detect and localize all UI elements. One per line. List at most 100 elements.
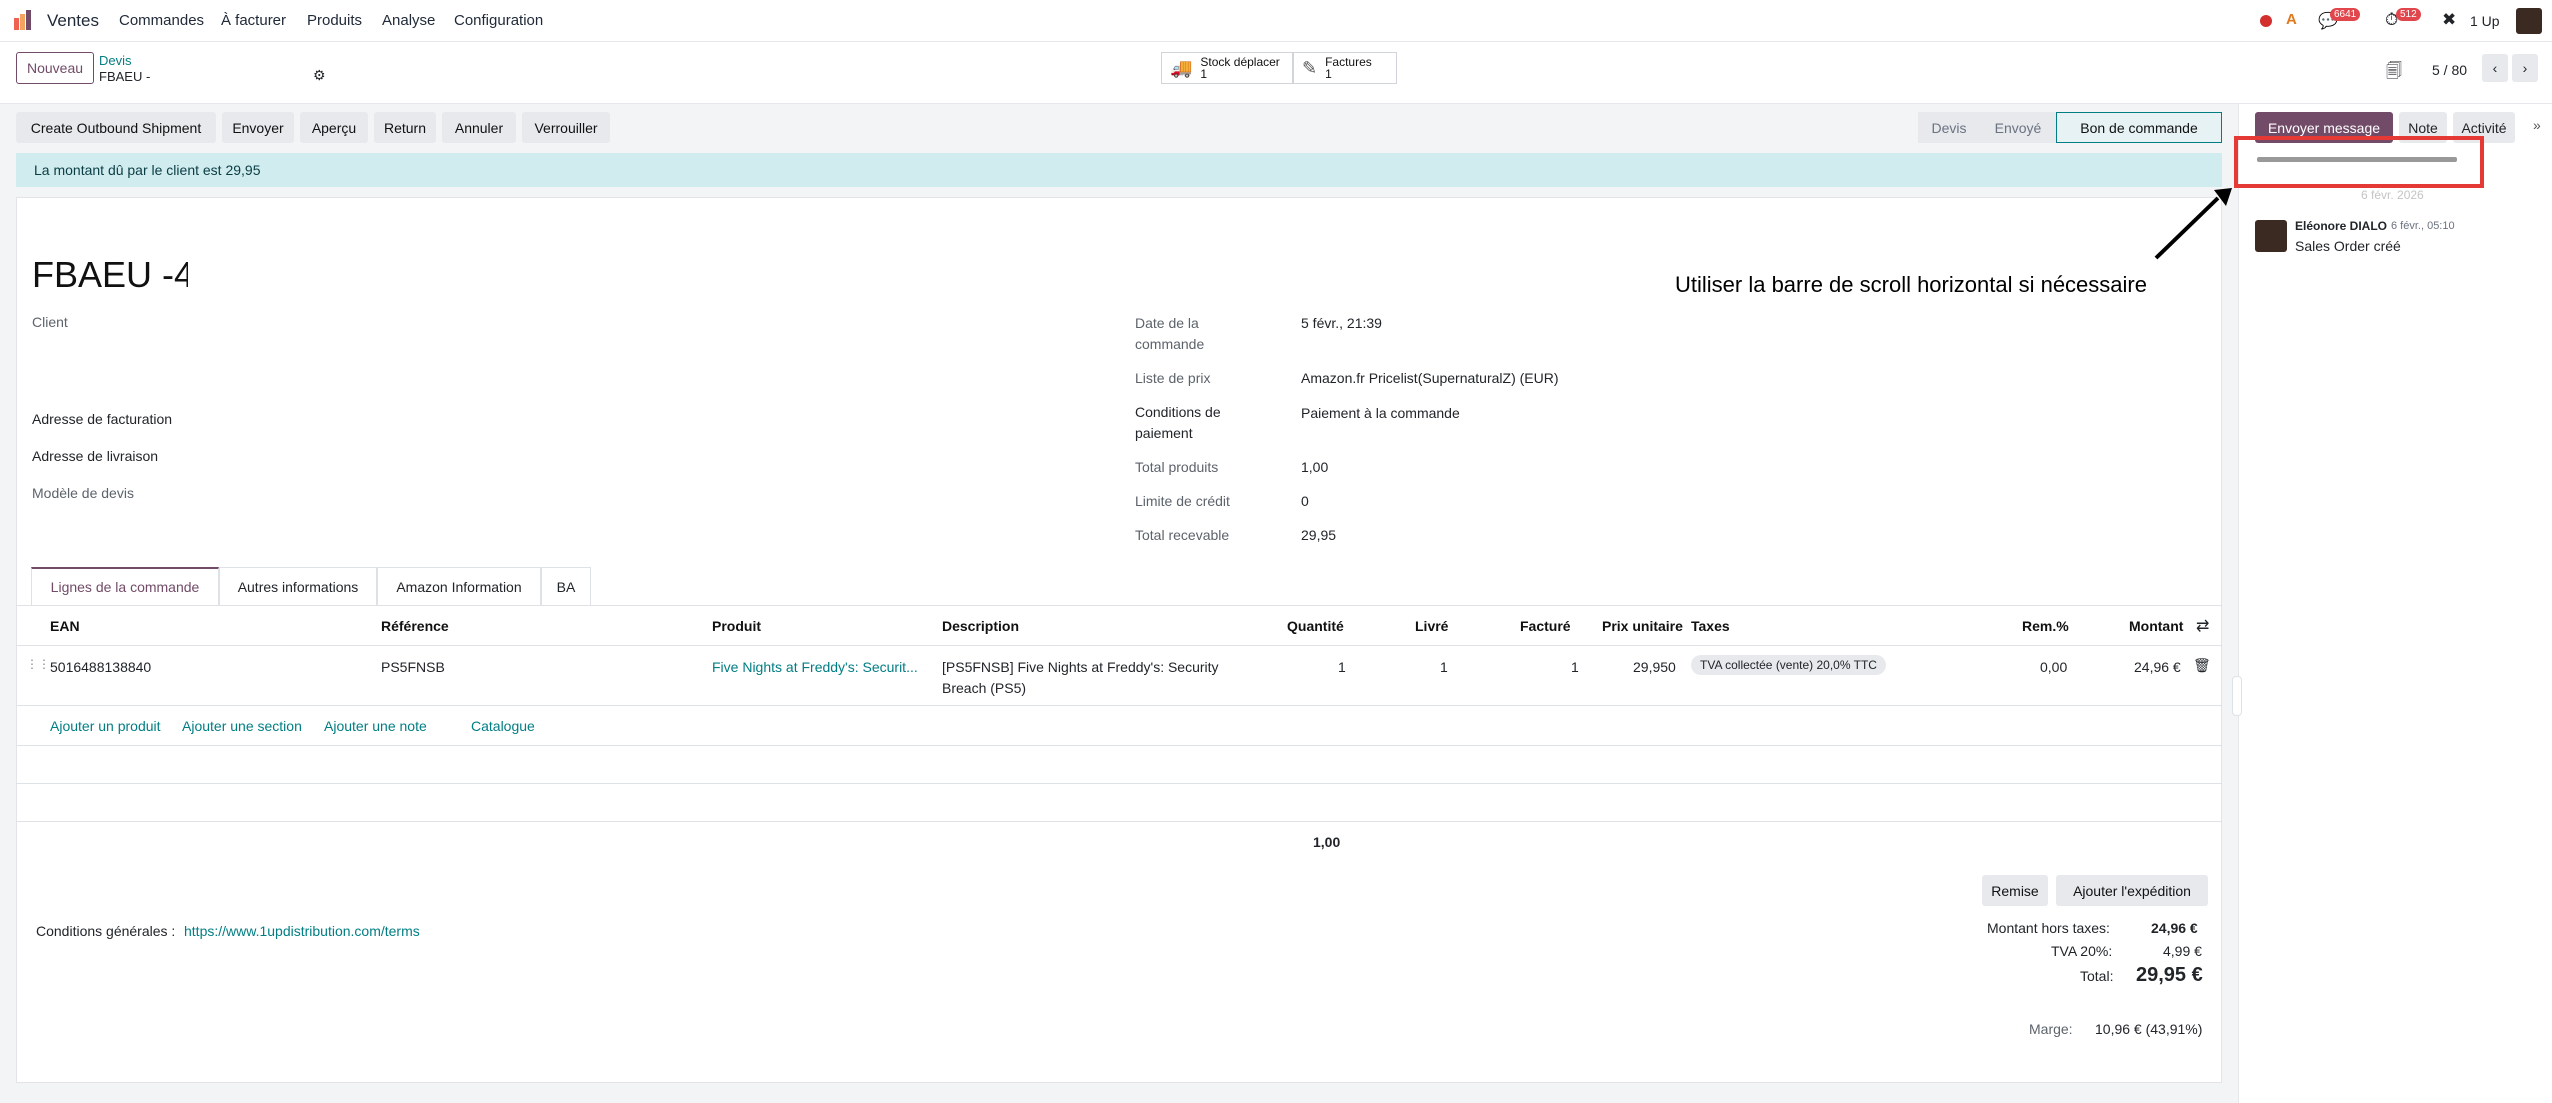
add-shipping-button[interactable]: Ajouter l'expédition bbox=[2056, 875, 2208, 906]
add-product-link[interactable]: Ajouter un produit bbox=[50, 718, 161, 734]
drag-handle-icon[interactable]: ⋮⋮ bbox=[26, 657, 50, 671]
discount-button[interactable]: Remise bbox=[1982, 875, 2048, 906]
row-description-2[interactable]: Breach (PS5) bbox=[942, 680, 1026, 696]
add-note-link[interactable]: Ajouter une note bbox=[324, 718, 427, 734]
pager-next-icon[interactable]: › bbox=[2512, 54, 2538, 82]
author-avatar[interactable] bbox=[2255, 220, 2287, 252]
col-description[interactable]: Description bbox=[942, 618, 1019, 634]
vat-value: 4,99 € bbox=[2163, 943, 2202, 959]
stage-bon-de-commande[interactable]: Bon de commande bbox=[2056, 112, 2222, 143]
col-unit-price[interactable]: Prix unitaire bbox=[1602, 618, 1683, 634]
col-reference[interactable]: Référence bbox=[381, 618, 449, 634]
row-divider bbox=[16, 783, 2222, 784]
row-quantity[interactable]: 1 bbox=[1338, 659, 1346, 675]
row-divider bbox=[16, 705, 2222, 706]
tab-ba[interactable]: BA bbox=[541, 567, 591, 605]
preview-button[interactable]: Aperçu bbox=[300, 112, 368, 143]
col-product[interactable]: Produit bbox=[712, 618, 761, 634]
annotation-text: Utiliser la barre de scroll horizontal s… bbox=[1675, 272, 2147, 297]
row-ean[interactable]: 5016488138840 bbox=[50, 659, 151, 675]
send-button[interactable]: Envoyer bbox=[222, 112, 294, 143]
col-discount[interactable]: Rem.% bbox=[2022, 618, 2069, 634]
stage-devis[interactable]: Devis bbox=[1918, 112, 1980, 143]
cancel-button[interactable]: Annuler bbox=[442, 112, 516, 143]
form-sheet bbox=[16, 197, 2222, 1083]
create-outbound-shipment-button[interactable]: Create Outbound Shipment bbox=[16, 112, 216, 143]
menu-commandes[interactable]: Commandes bbox=[119, 12, 204, 29]
order-date-label-1: Date de la bbox=[1135, 315, 1199, 331]
row-tax-badge[interactable]: TVA collectée (vente) 20,0% TTC bbox=[1691, 655, 1886, 675]
credit-limit-value: 0 bbox=[1301, 493, 1309, 509]
row-product[interactable]: Five Nights at Freddy's: Securit... bbox=[712, 659, 918, 675]
col-delivered[interactable]: Livré bbox=[1415, 618, 1448, 634]
row-invoiced[interactable]: 1 bbox=[1571, 659, 1579, 675]
billing-address-label: Adresse de facturation bbox=[32, 411, 173, 427]
row-amount: 24,96 € bbox=[2134, 659, 2181, 675]
total-value: 29,95 € bbox=[2136, 964, 2203, 986]
tabs-divider bbox=[16, 605, 2222, 606]
smart-count: 1 bbox=[1200, 67, 1208, 81]
row-delivered[interactable]: 1 bbox=[1440, 659, 1448, 675]
stage-envoye[interactable]: Envoyé bbox=[1980, 112, 2056, 143]
breadcrumb-current: FBAEU - bbox=[99, 69, 151, 84]
add-section-link[interactable]: Ajouter une section bbox=[182, 718, 302, 734]
company-name[interactable]: 1 Up bbox=[2470, 13, 2500, 29]
print-icon[interactable]: 🗐 bbox=[2386, 60, 2402, 87]
row-discount[interactable]: 0,00 bbox=[2040, 659, 2067, 675]
lock-button[interactable]: Verrouiller bbox=[522, 112, 610, 143]
col-amount[interactable]: Montant bbox=[2129, 618, 2183, 634]
tab-other-info[interactable]: Autres informations bbox=[219, 567, 377, 605]
tab-amazon-info[interactable]: Amazon Information bbox=[377, 567, 541, 605]
avatar[interactable] bbox=[2516, 8, 2542, 34]
status-dot-icon[interactable] bbox=[2260, 15, 2272, 27]
order-date-value[interactable]: 5 févr., 21:39 bbox=[1301, 315, 1382, 331]
row-description-1[interactable]: [PS5FNSB] Five Nights at Freddy's: Secur… bbox=[942, 659, 1219, 675]
control-panel: Nouveau Devis FBAEU - ⚙ 🚚 Stock déplacer… bbox=[0, 42, 2552, 104]
row-reference[interactable]: PS5FNSB bbox=[381, 659, 445, 675]
col-invoiced[interactable]: Facturé bbox=[1520, 618, 1571, 634]
activities-badge: 512 bbox=[2396, 8, 2421, 21]
col-quantity[interactable]: Quantité bbox=[1287, 618, 1344, 634]
new-button[interactable]: Nouveau bbox=[16, 52, 94, 84]
col-taxes[interactable]: Taxes bbox=[1691, 618, 1730, 634]
tools-icon[interactable]: ✖ bbox=[2442, 10, 2456, 30]
smart-button-stock[interactable]: 🚚 Stock déplacer 1 bbox=[1161, 52, 1293, 84]
app-logo-icon[interactable] bbox=[14, 10, 36, 30]
client-label: Client bbox=[32, 314, 68, 330]
breadcrumb-parent[interactable]: Devis bbox=[99, 53, 132, 68]
col-ean[interactable]: EAN bbox=[50, 618, 80, 634]
menu-produits[interactable]: Produits bbox=[307, 12, 362, 29]
pager-prev-icon[interactable]: ‹ bbox=[2482, 54, 2508, 82]
vat-label: TVA 20%: bbox=[2051, 943, 2113, 959]
menu-configuration[interactable]: Configuration bbox=[454, 12, 543, 29]
order-title[interactable]: FBAEU -4( bbox=[32, 254, 188, 296]
message-author[interactable]: Eléonore DIALO bbox=[2295, 219, 2387, 233]
untaxed-value: 24,96 € bbox=[2151, 920, 2198, 936]
untaxed-label: Montant hors taxes: bbox=[1987, 920, 2110, 936]
pager-value[interactable]: 5 / 80 bbox=[2432, 62, 2467, 78]
total-products-label: Total produits bbox=[1135, 459, 1219, 475]
terms-link[interactable]: https://www.1updistribution.com/terms bbox=[184, 923, 420, 939]
chatter-resize-handle[interactable] bbox=[2232, 676, 2242, 716]
app-name[interactable]: Ventes bbox=[47, 11, 99, 31]
ai-icon[interactable]: A bbox=[2286, 11, 2297, 28]
catalogue-link[interactable]: Catalogue bbox=[471, 718, 535, 734]
edit-icon: ✎ bbox=[1302, 58, 1318, 78]
tab-order-lines[interactable]: Lignes de la commande bbox=[31, 567, 219, 605]
return-button[interactable]: Return bbox=[374, 112, 436, 143]
margin-value: 10,96 € (43,91%) bbox=[2095, 1021, 2203, 1037]
smart-button-invoices[interactable]: ✎ Factures 1 bbox=[1293, 52, 1397, 84]
chatter-panel: Envoyer message Note Activité » 6 févr. … bbox=[2238, 104, 2552, 1103]
optional-columns-icon[interactable]: ⇄ bbox=[2196, 616, 2209, 636]
gear-icon[interactable]: ⚙ bbox=[313, 67, 326, 84]
row-unit-price[interactable]: 29,950 bbox=[1633, 659, 1676, 675]
total-receivable-label: Total recevable bbox=[1135, 527, 1230, 543]
trash-icon[interactable]: 🗑 bbox=[2193, 657, 2211, 674]
payment-terms-value[interactable]: Paiement à la commande bbox=[1301, 405, 1460, 421]
amount-due-alert: La montant dû par le client est 29,95 bbox=[16, 153, 2222, 187]
truck-icon: 🚚 bbox=[1170, 58, 1193, 78]
menu-analyse[interactable]: Analyse bbox=[382, 12, 435, 29]
pricelist-value[interactable]: Amazon.fr Pricelist(SupernaturalZ) (EUR) bbox=[1301, 370, 1559, 386]
collapse-chatter-icon[interactable]: » bbox=[2533, 117, 2541, 133]
menu-a-facturer[interactable]: À facturer bbox=[221, 12, 286, 29]
